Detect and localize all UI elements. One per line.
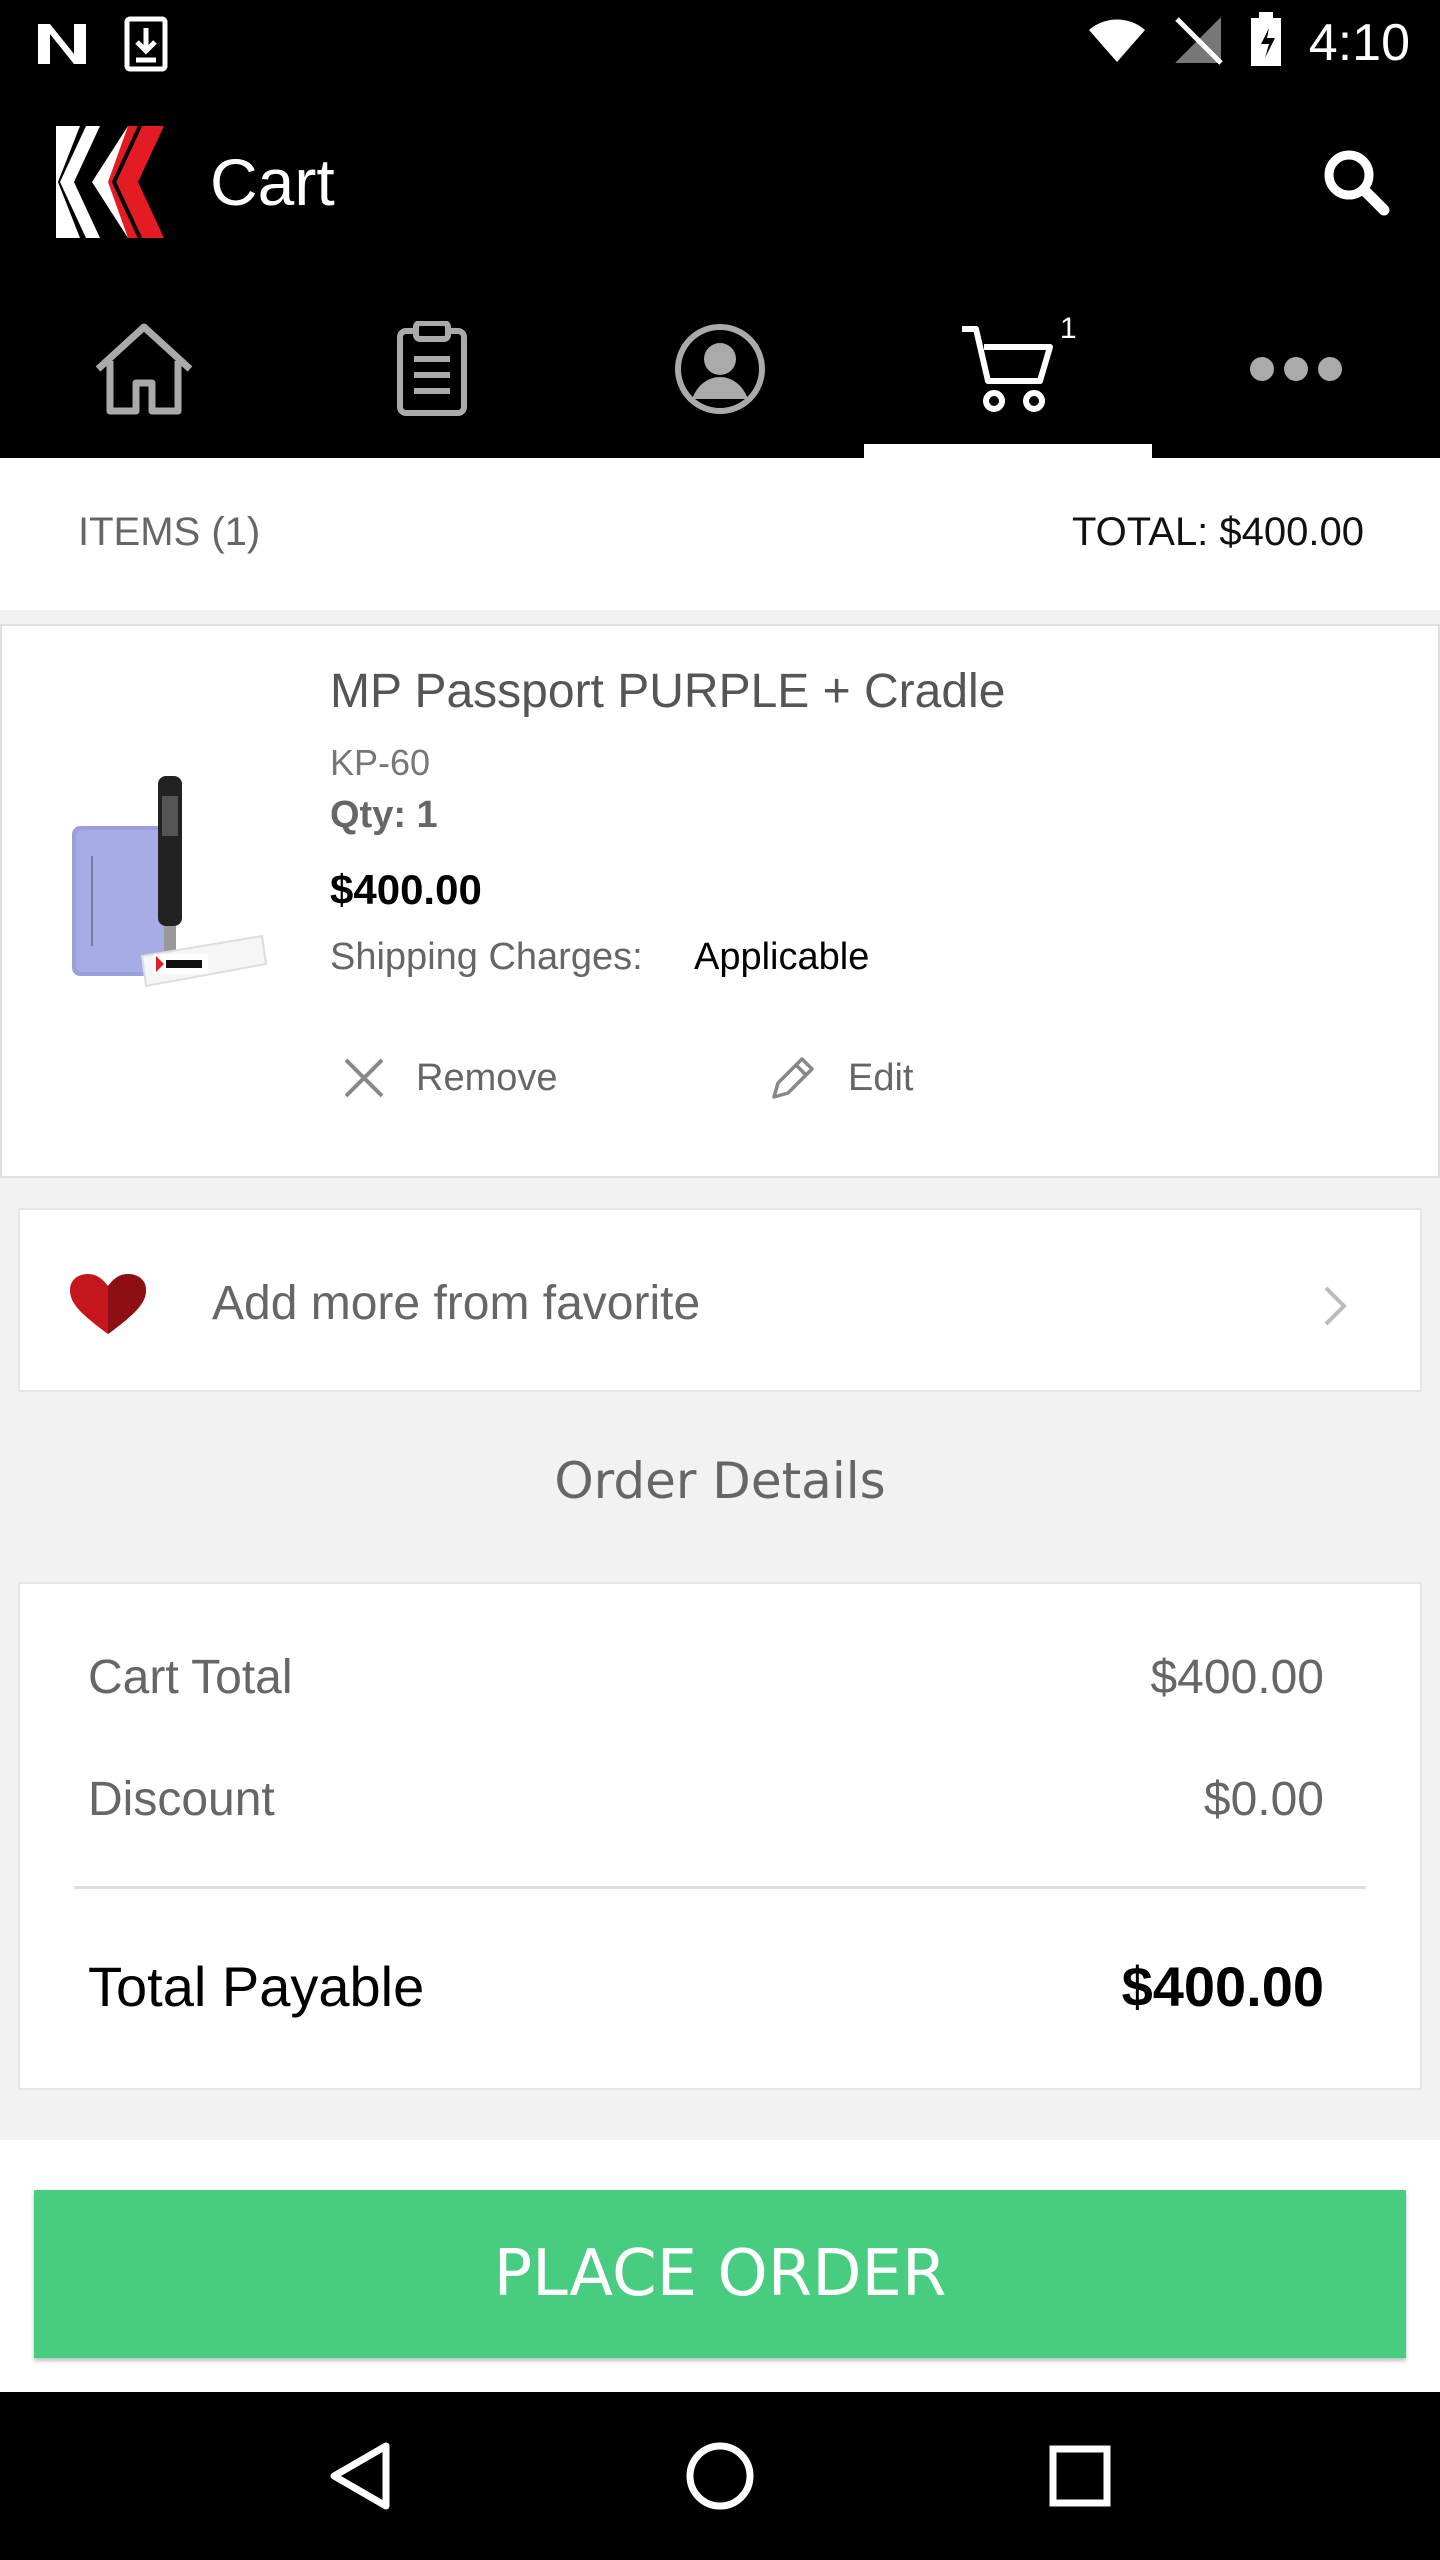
- app-bar: Cart: [0, 84, 1440, 280]
- search-button[interactable]: [1320, 146, 1392, 218]
- divider: [74, 1886, 1366, 1889]
- n-logo-icon: [36, 22, 88, 71]
- home-circle-icon: [686, 2442, 754, 2510]
- edit-label: Edit: [848, 1056, 914, 1099]
- back-triangle-icon: [330, 2442, 390, 2510]
- recents-button[interactable]: [1040, 2436, 1120, 2516]
- cart-item: MP Passport PURPLE + Cradle KP-60 Qty: 1…: [0, 624, 1440, 1178]
- back-button[interactable]: [320, 2436, 400, 2516]
- tab-orders[interactable]: [288, 280, 576, 458]
- page-title: Cart: [210, 145, 335, 219]
- total-payable-row: Total Payable $400.00: [88, 1954, 1324, 2019]
- remove-button[interactable]: Remove: [342, 1048, 558, 1108]
- place-order-button[interactable]: PLACE ORDER: [34, 2190, 1406, 2358]
- brand-logo: [56, 125, 180, 239]
- system-nav-bar: [0, 2392, 1440, 2560]
- tab-more[interactable]: [1152, 280, 1440, 458]
- heart-icon: [70, 1274, 146, 1334]
- add-from-favorite-row[interactable]: Add more from favorite: [18, 1208, 1422, 1392]
- cart-total-value: $400.00: [1150, 1651, 1324, 1704]
- edit-button[interactable]: Edit: [768, 1048, 913, 1108]
- home-nav-button[interactable]: [680, 2436, 760, 2516]
- product-sku: KP-60: [330, 742, 431, 783]
- cart-total-label: Cart Total: [88, 1651, 293, 1704]
- product-qty: Qty: 1: [330, 794, 438, 836]
- order-summary: Cart Total $400.00 Discount $0.00 Total …: [18, 1582, 1422, 2090]
- remove-label: Remove: [416, 1056, 558, 1099]
- product-image[interactable]: [62, 766, 282, 1006]
- status-bar: 4:10: [0, 0, 1440, 84]
- items-count: ITEMS (1): [78, 510, 261, 554]
- product-name[interactable]: MP Passport PURPLE + Cradle: [330, 664, 1005, 719]
- orders-icon: [397, 321, 467, 416]
- favorite-label: Add more from favorite: [212, 1277, 701, 1330]
- tab-cart[interactable]: [864, 280, 1152, 458]
- home-icon: [95, 323, 193, 415]
- battery-icon: [1249, 12, 1283, 73]
- close-icon: [344, 1058, 384, 1098]
- status-time: 4:10: [1308, 13, 1410, 72]
- signal-icon: [1173, 15, 1223, 70]
- wifi-icon: [1087, 16, 1147, 69]
- items-header: ITEMS (1) TOTAL: $400.00: [0, 458, 1440, 610]
- discount-label: Discount: [88, 1773, 275, 1826]
- discount-value: $0.00: [1203, 1773, 1324, 1826]
- chevron-right-icon: [1324, 1286, 1347, 1326]
- cart-badge: 1: [1060, 312, 1077, 345]
- more-icon: [1250, 357, 1342, 381]
- items-total: TOTAL: $400.00: [1071, 510, 1364, 554]
- order-details-heading: Order Details: [554, 1452, 886, 1510]
- tab-home[interactable]: [0, 280, 288, 458]
- product-price: $400.00: [330, 866, 482, 913]
- nav-tabs: [0, 280, 1440, 458]
- search-icon: [1324, 150, 1390, 216]
- account-icon: [675, 324, 765, 414]
- shipping-label: Shipping Charges:: [330, 936, 643, 978]
- shipping-value: Applicable: [694, 936, 870, 978]
- pencil-icon: [772, 1057, 814, 1099]
- total-payable-label: Total Payable: [88, 1955, 425, 2018]
- cart-icon: [962, 326, 1053, 412]
- total-payable-value: $400.00: [1121, 1955, 1324, 2018]
- discount-row: Discount $0.00: [88, 1772, 1324, 1827]
- cart-total-row: Cart Total $400.00: [88, 1650, 1324, 1705]
- download-icon: [124, 16, 168, 77]
- tab-account[interactable]: [576, 280, 864, 458]
- recents-square-icon: [1049, 2445, 1111, 2507]
